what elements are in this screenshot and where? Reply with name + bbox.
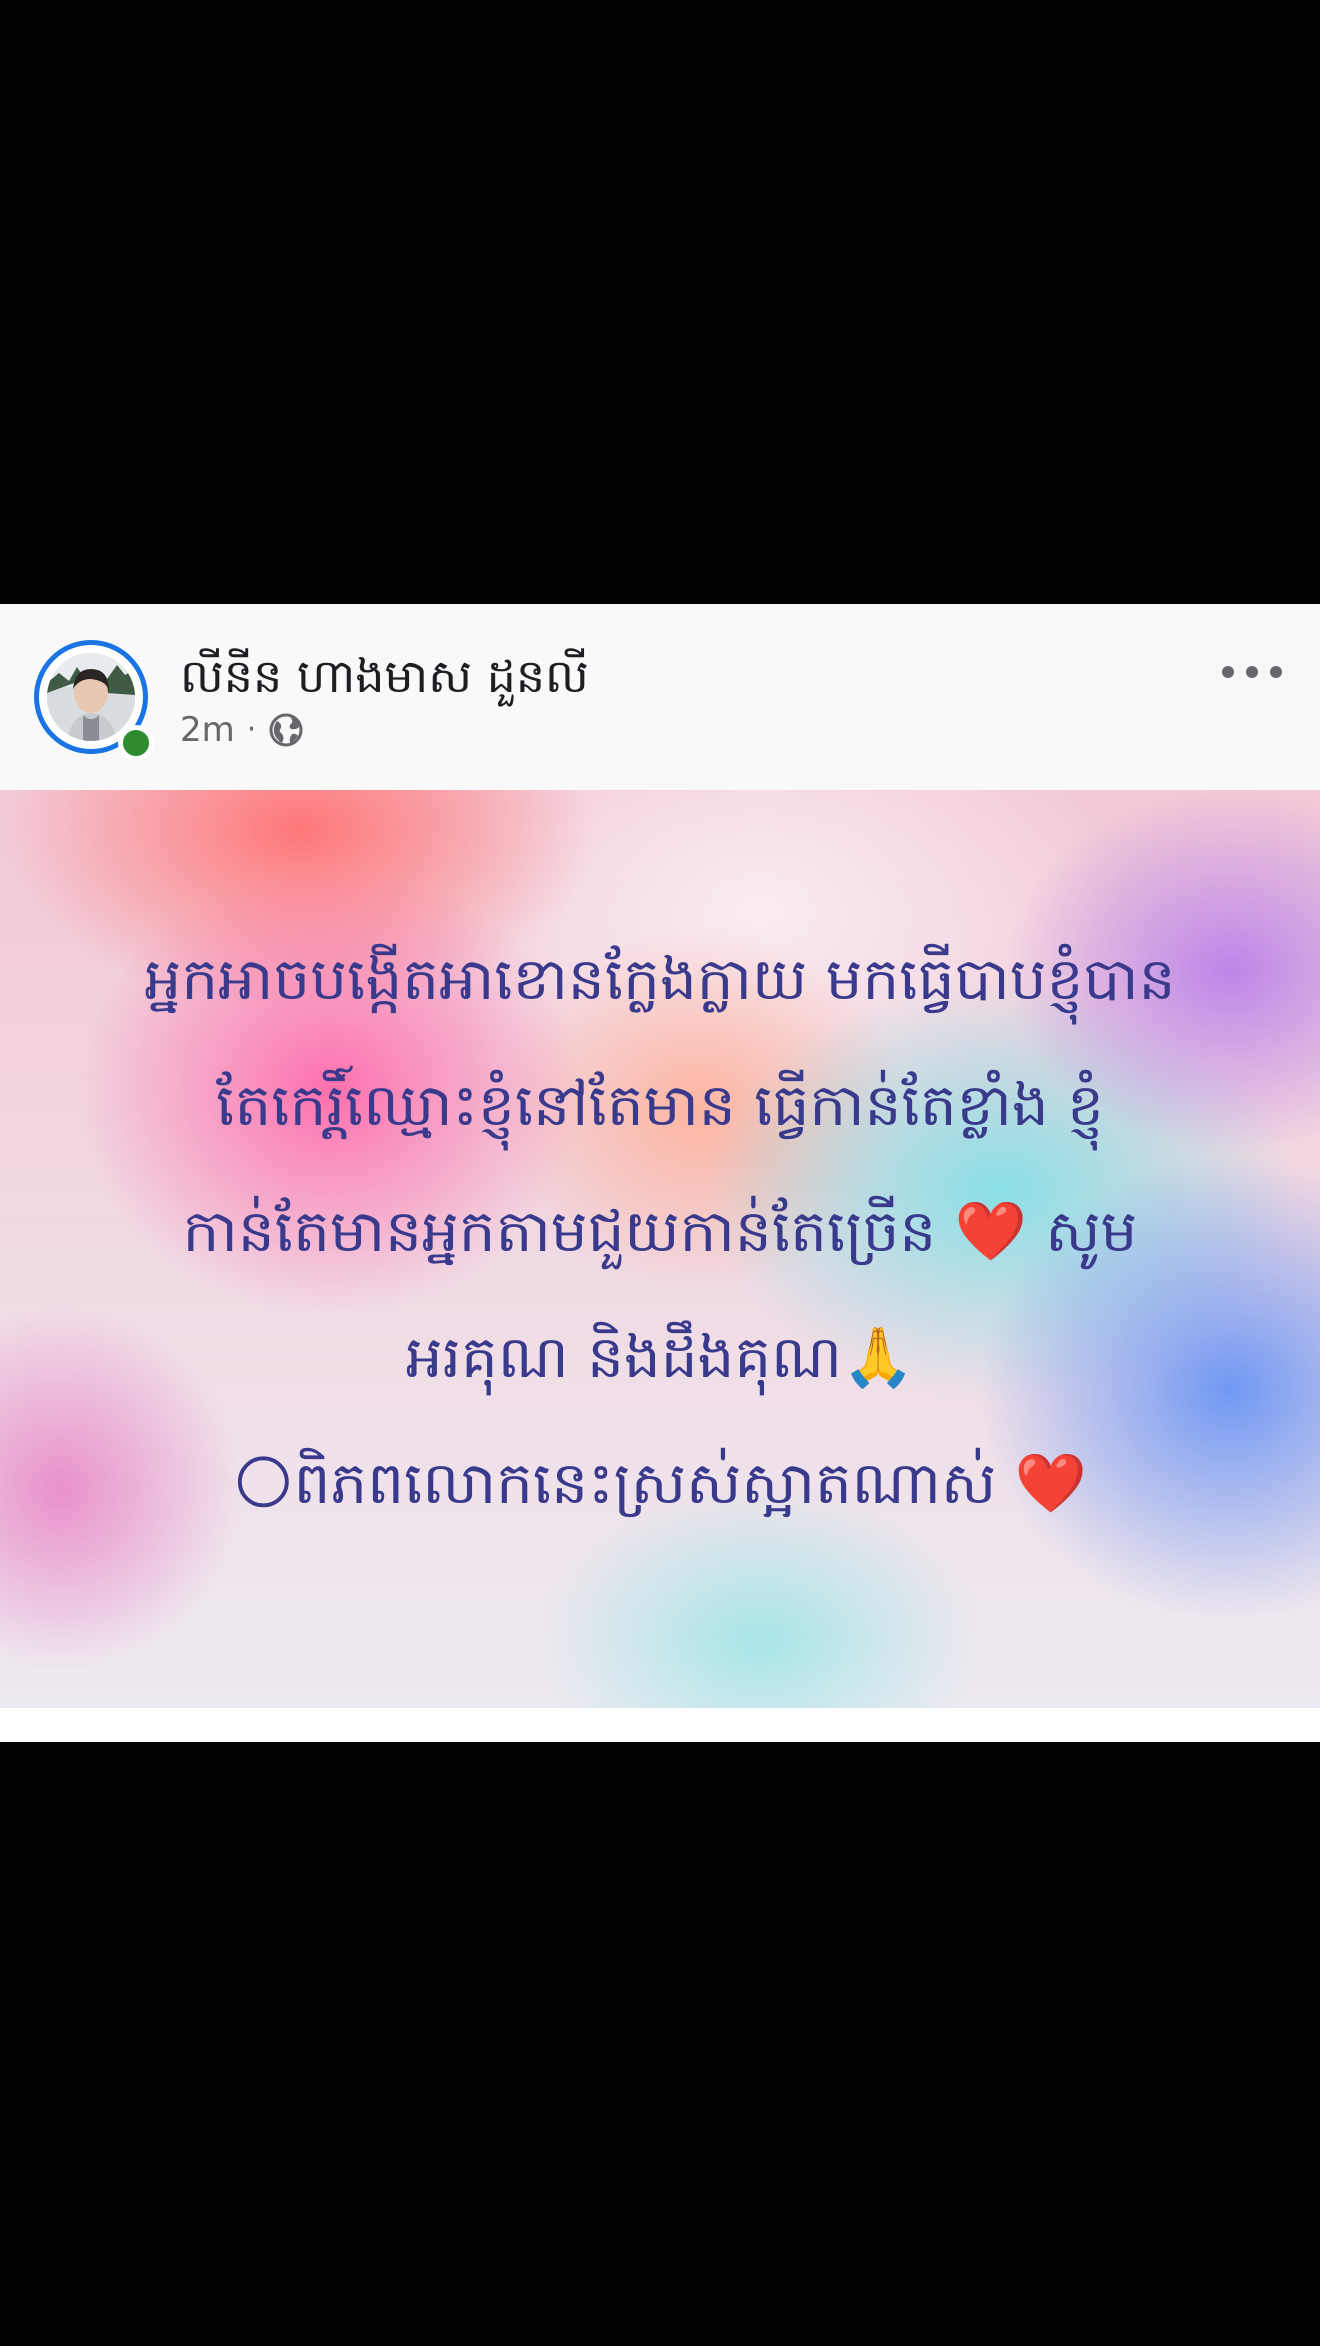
online-status-dot <box>118 725 154 761</box>
post-time[interactable]: 2m <box>180 706 235 754</box>
post-text-line: កាន់តែមានអ្នកតាមជួយកាន់តែច្រើន ❤️ សូម <box>182 1197 1138 1265</box>
more-dot <box>1270 666 1282 678</box>
post-text: អ្នកអាចបង្កើតអាខោនក្លែងក្លាយ មកធ្វើបាបខ្… <box>80 916 1240 1546</box>
author-name[interactable]: លីនីន ហាងមាស ដួនលី <box>180 644 589 708</box>
screen: លីនីន ហាងមាស ដួនលី 2m · អ្នកអាចបង្កើតអាខ… <box>0 0 1320 2346</box>
post-text-line: តែកេរ្តិ៍ឈ្មោះខ្ញុំនៅតែមាន ធ្វើកាន់តែខ្ល… <box>216 1071 1104 1139</box>
post-background[interactable]: អ្នកអាចបង្កើតអាខោនក្លែងក្លាយ មកធ្វើបាបខ្… <box>0 790 1320 1708</box>
avatar[interactable] <box>47 653 135 741</box>
post-meta: 2m · <box>180 706 304 754</box>
more-options-button[interactable] <box>1222 652 1282 692</box>
more-dot <box>1246 666 1258 678</box>
post-footer <box>0 1708 1320 1742</box>
globe-icon[interactable] <box>268 712 304 748</box>
post-header: លីនីន ហាងមាស ដួនលី 2m · <box>0 604 1320 790</box>
post-text-line: អ្នកអាចបង្កើតអាខោនក្លែងក្លាយ មកធ្វើបាបខ្… <box>144 945 1176 1013</box>
post-text-line: អរគុណ និងដឹងគុណ🙏 <box>405 1323 915 1391</box>
post-card: លីនីន ហាងមាស ដួនលី 2m · អ្នកអាចបង្កើតអាខ… <box>0 604 1320 1742</box>
post-text-line: 🌕ពិភពលោកនេះស្រស់ស្អាតណាស់ ❤️ <box>233 1449 1087 1517</box>
meta-separator: · <box>246 712 257 747</box>
more-dot <box>1222 666 1234 678</box>
